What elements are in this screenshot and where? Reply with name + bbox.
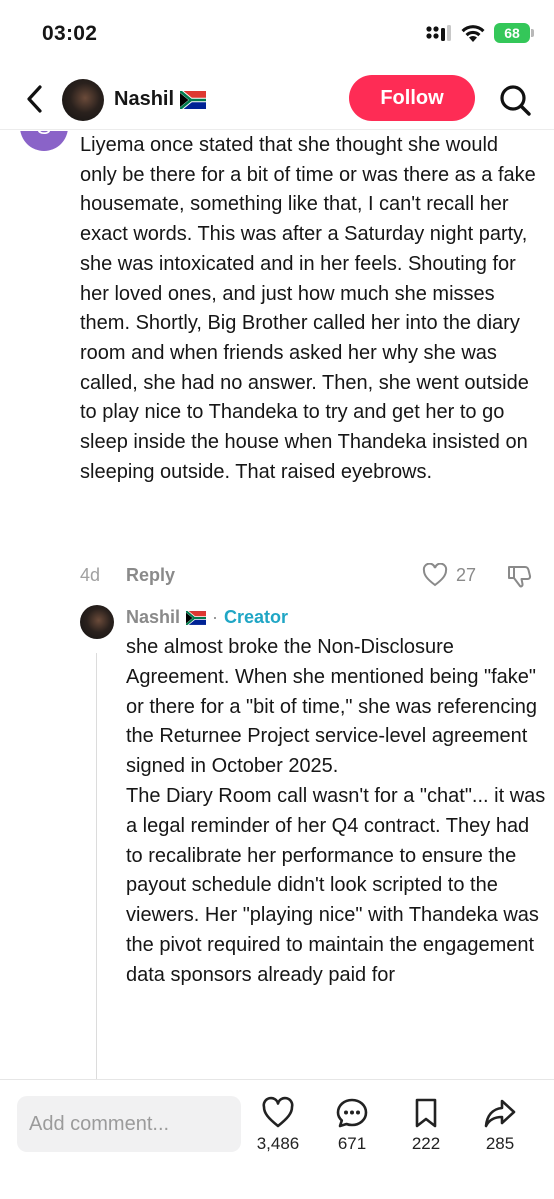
username: Nashil (114, 88, 175, 110)
status-bar: 03:02 68 (0, 0, 554, 68)
avatar-letter: S (37, 131, 52, 140)
bookmark-icon (415, 1098, 437, 1128)
signal-icon (426, 25, 451, 41)
save-count: 222 (411, 1134, 441, 1153)
save-button[interactable]: 222 (394, 1096, 458, 1154)
reply-separator: · (212, 607, 219, 627)
comment-text: Liyema once stated that she thought she … (80, 134, 536, 483)
heart-icon (422, 563, 448, 587)
status-icons: 68 (426, 23, 534, 43)
comment-date: 4d (80, 565, 101, 585)
south-africa-flag-icon (186, 610, 207, 625)
battery-level: 68 (504, 25, 520, 41)
search-icon (500, 85, 531, 116)
reply-header: Nashil · Creator (126, 607, 288, 628)
comment-thread: S Liyema once stated that she thought sh… (0, 131, 554, 1079)
follow-button[interactable]: Follow (349, 75, 475, 121)
add-comment-input[interactable]: Add comment... (17, 1096, 241, 1152)
share-count: 285 (485, 1134, 515, 1153)
battery-icon: 68 (494, 23, 534, 43)
status-time: 03:02 (42, 22, 98, 45)
back-button[interactable] (20, 82, 50, 116)
comment-bubble-icon (336, 1098, 368, 1128)
thumbs-down-icon (508, 566, 532, 588)
commenter-avatar[interactable]: S (20, 131, 68, 151)
back-chevron-icon (27, 85, 42, 113)
comment-dislike-button[interactable] (506, 563, 532, 594)
south-africa-flag-icon (180, 90, 207, 109)
share-button[interactable]: 285 (468, 1096, 532, 1154)
comment-like-button[interactable]: 27 (422, 563, 476, 587)
comments-button[interactable]: 671 (320, 1096, 384, 1154)
reply-button[interactable]: Reply (126, 565, 175, 586)
bottom-action-bar: Add comment... 3,486 671 222 285 (0, 1079, 554, 1199)
comment-like-count: 27 (456, 564, 477, 585)
like-button[interactable]: 3,486 (246, 1096, 310, 1154)
reply-thread-line (96, 653, 97, 1079)
like-count: 3,486 (256, 1134, 300, 1153)
wifi-icon (461, 25, 485, 42)
reply-author[interactable]: Nashil (126, 607, 180, 628)
creator-badge: Creator (224, 607, 289, 627)
comment-count: 671 (337, 1134, 367, 1153)
heart-icon (262, 1096, 294, 1128)
share-arrow-icon (484, 1099, 516, 1128)
search-button[interactable] (497, 82, 533, 118)
reply-text: she almost broke the Non-Disclosure Agre… (126, 636, 546, 986)
reply-avatar[interactable] (80, 605, 114, 639)
profile-avatar[interactable] (62, 79, 104, 121)
profile-name[interactable]: Nashil (114, 88, 207, 111)
comment-meta: 4d Reply 27 (80, 563, 540, 591)
profile-header: Nashil Follow (0, 68, 554, 130)
